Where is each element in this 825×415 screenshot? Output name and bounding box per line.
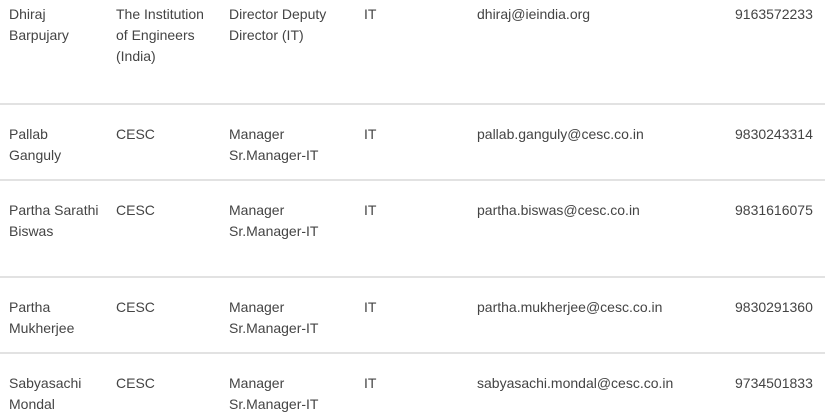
phone-cell: 9830291360 — [735, 299, 813, 315]
table-row: Pallab Ganguly CESC Manager Sr.Manager-I… — [0, 105, 825, 181]
designation-cell: Manager Sr.Manager-IT — [229, 126, 319, 163]
department-cell: IT — [364, 299, 377, 315]
contacts-table: Dhiraj Barpujary The Institution of Engi… — [0, 0, 825, 415]
name-cell: Partha Mukherjee — [9, 299, 75, 336]
table-row: Dhiraj Barpujary The Institution of Engi… — [0, 0, 825, 105]
organization-cell: CESC — [116, 375, 155, 391]
name-cell: Sabyasachi Mondal — [9, 375, 82, 412]
email-cell[interactable]: pallab.ganguly@cesc.co.in — [477, 124, 717, 145]
organization-cell: CESC — [116, 202, 155, 218]
name-cell: Pallab Ganguly — [9, 126, 62, 163]
designation-cell: Manager Sr.Manager-IT — [229, 299, 319, 336]
email-cell[interactable]: dhiraj@ieindia.org — [477, 4, 717, 25]
department-cell: IT — [364, 6, 377, 22]
email-cell[interactable]: partha.mukherjee@cesc.co.in — [477, 297, 717, 318]
table-row: Sabyasachi Mondal CESC Manager Sr.Manage… — [0, 354, 825, 415]
name-cell: Dhiraj Barpujary — [9, 6, 69, 43]
designation-cell: Manager Sr.Manager-IT — [229, 202, 319, 239]
table-row: Partha Sarathi Biswas CESC Manager Sr.Ma… — [0, 181, 825, 278]
email-cell[interactable]: partha.biswas@cesc.co.in — [477, 200, 717, 221]
department-cell: IT — [364, 375, 377, 391]
organization-cell: CESC — [116, 126, 155, 142]
designation-cell: Manager Sr.Manager-IT — [229, 375, 319, 412]
department-cell: IT — [364, 126, 377, 142]
organization-cell: CESC — [116, 299, 155, 315]
organization-cell: The Institution of Engineers (India) — [116, 6, 204, 64]
phone-cell: 9830243314 — [735, 126, 813, 142]
email-cell[interactable]: sabyasachi.mondal@cesc.co.in — [477, 373, 717, 394]
phone-cell: 9831616075 — [735, 202, 813, 218]
phone-cell: 9163572233 — [735, 6, 813, 22]
department-cell: IT — [364, 202, 377, 218]
name-cell: Partha Sarathi Biswas — [9, 202, 99, 239]
table-row: Partha Mukherjee CESC Manager Sr.Manager… — [0, 278, 825, 354]
designation-cell: Director Deputy Director (IT) — [229, 6, 327, 43]
phone-cell: 9734501833 — [735, 375, 813, 391]
